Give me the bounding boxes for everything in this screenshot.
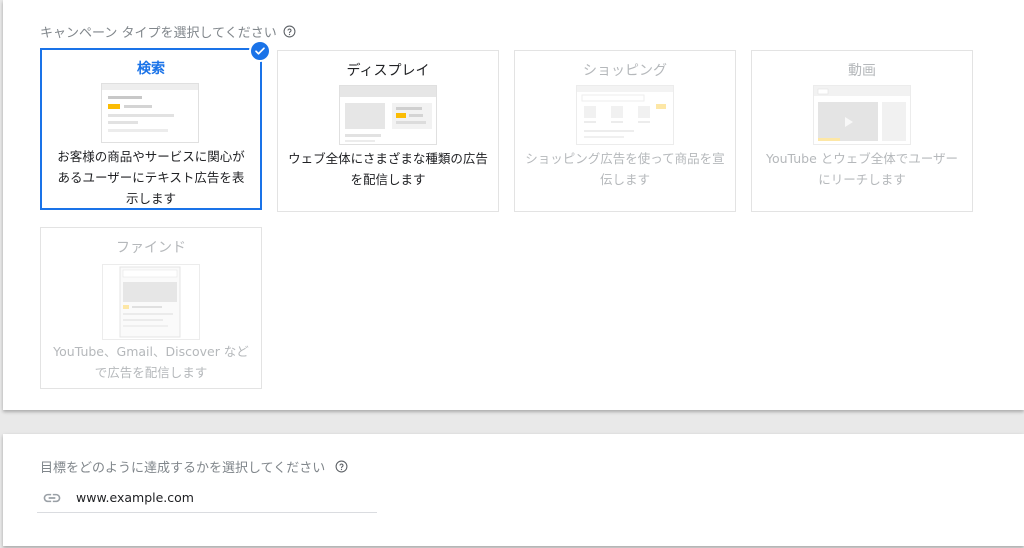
card-title-video: 動画 (848, 63, 876, 79)
card-title-search: 検索 (137, 61, 165, 77)
display-ad-illustration (339, 85, 437, 145)
discovery-ad-illustration (102, 264, 200, 340)
campaign-type-title: キャンペーン タイプを選択してください (40, 22, 296, 41)
card-title-discovery: ファインド (116, 240, 186, 256)
video-ad-illustration (813, 85, 911, 145)
campaign-card-discovery: ファインド YouTube、Gmail、Discover などで広告を配信します (40, 227, 262, 389)
campaign-type-panel: キャンペーン タイプを選択してください 検索 お客様の商品やサービスに関心がある… (3, 0, 1024, 410)
help-circle-icon[interactable] (335, 460, 348, 473)
link-icon (42, 488, 62, 508)
card-desc-shopping: ショッピング広告を使って商品を宣伝します (525, 151, 725, 187)
search-ad-illustration (101, 83, 199, 143)
campaign-card-video: 動画 YouTube とウェブ全体でユーザーにリーチします (751, 50, 973, 212)
card-desc-search: お客様の商品やサービスに関心があるユーザーにテキスト広告を表示します (57, 149, 245, 206)
card-desc-display: ウェブ全体にさまざまな種類の広告を配信します (288, 151, 488, 187)
help-circle-icon[interactable] (283, 25, 296, 38)
campaign-type-title-text: キャンペーン タイプを選択してください (40, 26, 277, 41)
website-url-field[interactable]: www.example.com (37, 487, 377, 513)
check-icon (255, 47, 265, 55)
card-title-shopping: ショッピング (583, 63, 667, 79)
shopping-ad-illustration (576, 85, 674, 145)
card-title-display: ディスプレイ (346, 63, 430, 79)
card-desc-video: YouTube とウェブ全体でユーザーにリーチします (765, 151, 959, 187)
campaign-card-display[interactable]: ディスプレイ ウェブ全体にさまざまな種類の広告を配信します (277, 50, 499, 212)
campaign-card-shopping: ショッピング ショッピング広告を使って商品を宣伝します (514, 50, 736, 212)
goal-title-text: 目標をどのように達成するかを選択してください (40, 461, 326, 476)
campaign-card-search[interactable]: 検索 お客様の商品やサービスに関心があるユーザーにテキスト広告を表示します (40, 40, 271, 210)
card-desc-discovery: YouTube、Gmail、Discover などで広告を配信します (53, 344, 249, 380)
selected-check-badge (249, 40, 271, 62)
website-url-value[interactable]: www.example.com (76, 490, 194, 505)
goal-title: 目標をどのように達成するかを選択してください (40, 457, 348, 476)
